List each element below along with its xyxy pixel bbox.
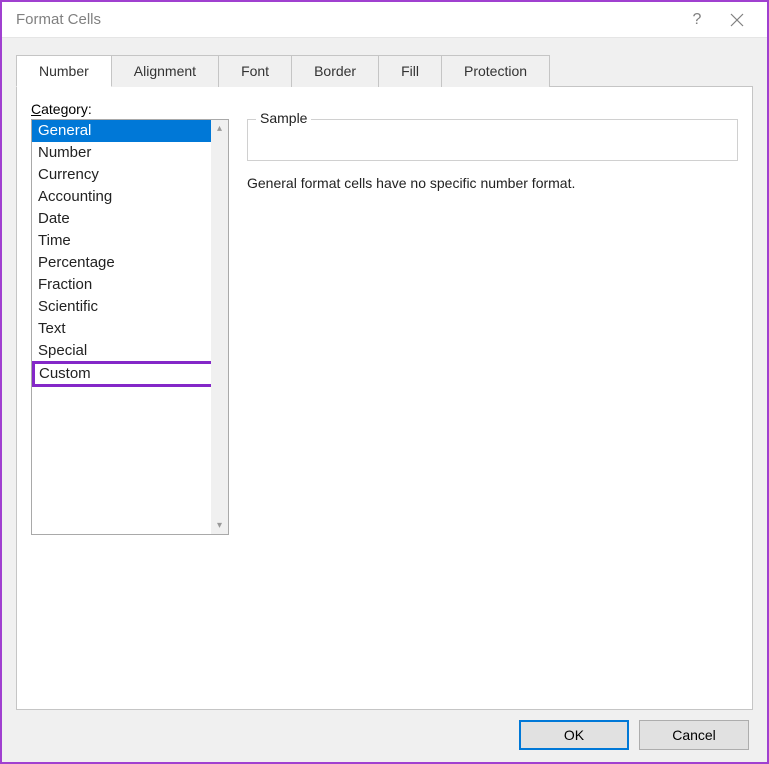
button-row: OK Cancel <box>16 710 753 750</box>
listbox-scrollbar[interactable]: ▴ ▾ <box>211 120 228 534</box>
category-item-percentage[interactable]: Percentage <box>32 252 228 274</box>
category-list-items: GeneralNumberCurrencyAccountingDateTimeP… <box>32 120 228 534</box>
tab-border[interactable]: Border <box>291 55 379 87</box>
tab-number[interactable]: Number <box>16 55 112 87</box>
category-item-currency[interactable]: Currency <box>32 164 228 186</box>
category-item-scientific[interactable]: Scientific <box>32 296 228 318</box>
category-item-time[interactable]: Time <box>32 230 228 252</box>
sample-group: Sample <box>247 119 738 161</box>
dialog-body: NumberAlignmentFontBorderFillProtection … <box>2 38 767 762</box>
category-item-custom[interactable]: Custom <box>32 361 228 387</box>
category-item-date[interactable]: Date <box>32 208 228 230</box>
scroll-up-icon[interactable]: ▴ <box>211 120 228 137</box>
ok-button[interactable]: OK <box>519 720 629 750</box>
category-item-fraction[interactable]: Fraction <box>32 274 228 296</box>
format-cells-dialog: Format Cells ? NumberAlignmentFontBorder… <box>0 0 769 764</box>
tab-panel-number: Category: GeneralNumberCurrencyAccountin… <box>16 87 753 710</box>
tab-fill[interactable]: Fill <box>378 55 442 87</box>
scroll-down-icon[interactable]: ▾ <box>211 517 228 534</box>
close-button[interactable] <box>717 4 757 36</box>
tab-protection[interactable]: Protection <box>441 55 550 87</box>
tab-font[interactable]: Font <box>218 55 292 87</box>
cancel-button[interactable]: Cancel <box>639 720 749 750</box>
window-title: Format Cells <box>16 11 677 28</box>
category-listbox[interactable]: GeneralNumberCurrencyAccountingDateTimeP… <box>31 119 229 535</box>
category-item-special[interactable]: Special <box>32 340 228 362</box>
category-item-number[interactable]: Number <box>32 142 228 164</box>
titlebar: Format Cells ? <box>2 2 767 38</box>
format-description: General format cells have no specific nu… <box>247 175 738 191</box>
category-item-general[interactable]: General <box>32 120 228 142</box>
tab-alignment[interactable]: Alignment <box>111 55 219 87</box>
category-label: Category: <box>31 101 738 117</box>
category-item-accounting[interactable]: Accounting <box>32 186 228 208</box>
category-item-text[interactable]: Text <box>32 318 228 340</box>
tab-strip: NumberAlignmentFontBorderFillProtection <box>16 54 753 87</box>
close-icon <box>730 13 744 27</box>
sample-legend: Sample <box>256 110 311 126</box>
help-button[interactable]: ? <box>677 4 717 36</box>
